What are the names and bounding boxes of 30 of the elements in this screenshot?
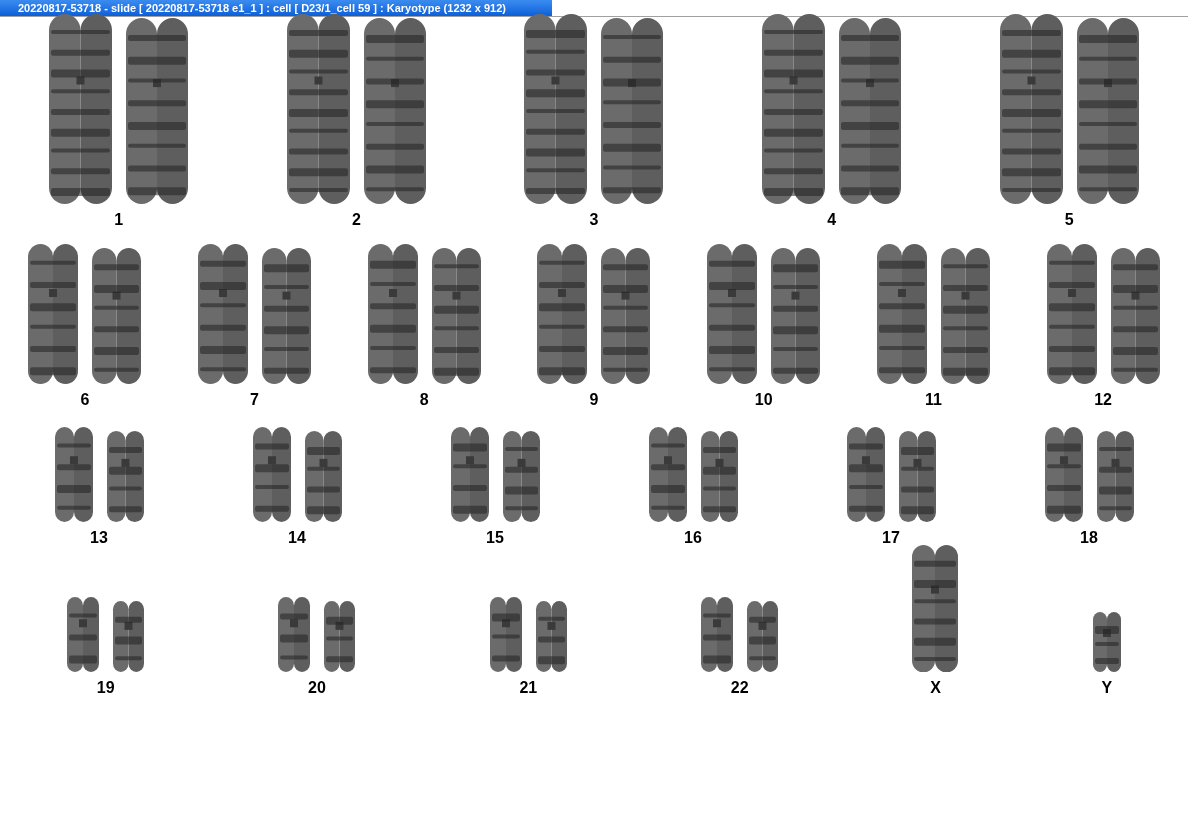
chromosome-label: 1 — [114, 210, 124, 230]
chromosome-label: 20 — [308, 678, 326, 698]
chromosome-label: 12 — [1094, 390, 1112, 410]
chromosome-label: 22 — [730, 678, 749, 698]
chromosome-label: 15 — [486, 528, 504, 548]
chromosome-label: Y — [1101, 678, 1113, 698]
chromosome-label: 18 — [1080, 528, 1098, 548]
chromosome-label: 5 — [1064, 210, 1074, 230]
chromosome-label: 2 — [351, 210, 361, 230]
chromosome-label: 10 — [754, 390, 773, 410]
chromosome-label: 13 — [90, 528, 108, 548]
chromosome-label: 19 — [96, 678, 115, 698]
chromosome-label: 4 — [827, 210, 837, 230]
chromosome-drawing — [746, 601, 780, 672]
window-title: 20220817-53718 - slide [ 20220817-53718 e1_1 ] : cell [ D23/1_cell 59 ] : Karyotype (1232 x 912) — [0, 0, 552, 16]
chromosome-drawing — [534, 601, 568, 672]
chromosome-label: X — [930, 678, 941, 698]
chromosome-drawing — [323, 601, 357, 672]
chromosome-label: 7 — [250, 390, 259, 410]
chromosome-label: 16 — [684, 528, 702, 548]
chromosome-label: 8 — [419, 390, 429, 410]
chromosome-label: 17 — [882, 528, 900, 548]
chromosome-label: 14 — [288, 528, 306, 548]
chromosome-drawing — [1091, 612, 1122, 672]
chromosome-label: 21 — [519, 678, 538, 698]
chromosome-drawing — [112, 601, 146, 672]
chromosome-label: 11 — [924, 390, 942, 410]
chromosome-label: 3 — [589, 210, 599, 230]
chromosome-label: 6 — [80, 390, 90, 410]
chromosome-label: 9 — [589, 390, 599, 410]
